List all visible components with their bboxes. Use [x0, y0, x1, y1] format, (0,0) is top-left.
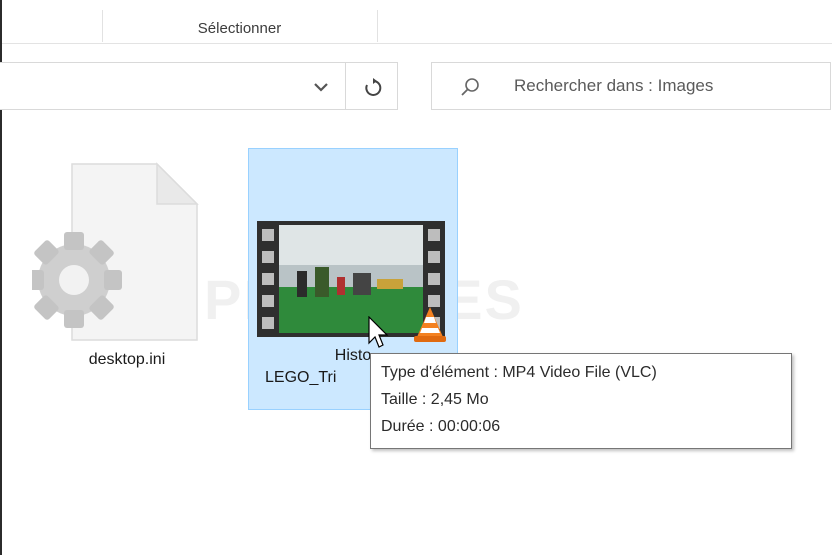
refresh-button[interactable]: [346, 62, 398, 110]
search-icon: [460, 77, 480, 102]
file-info-tooltip: Type d'élément : MP4 Video File (VLC) Ta…: [370, 353, 792, 449]
settings-file-icon: [26, 162, 202, 347]
navigation-bar: Rechercher dans : Images: [0, 44, 832, 122]
ribbon-group-label-select: Sélectionner: [197, 20, 282, 37]
tooltip-size: Taille : 2,45 Mo: [381, 391, 489, 408]
mouse-pointer-icon: [368, 315, 390, 355]
file-item-desktop-ini[interactable]: desktop.ini: [26, 162, 222, 392]
file-list-view: PRATUCES: [2, 122, 832, 555]
address-bar[interactable]: [0, 62, 346, 110]
file-name: desktop.ini: [88, 351, 166, 368]
chevron-down-icon[interactable]: [309, 75, 333, 99]
vlc-cone-icon: [413, 305, 447, 348]
tooltip-duration: Durée : 00:00:06: [381, 418, 501, 435]
search-input[interactable]: Rechercher dans : Images: [514, 76, 713, 96]
search-box[interactable]: Rechercher dans : Images: [431, 62, 831, 110]
ribbon-divider: [377, 10, 378, 42]
tooltip-type: Type d'élément : MP4 Video File (VLC): [381, 364, 657, 381]
file-explorer-window: Sélectionner Rechercher dans: Images de…: [0, 0, 832, 555]
ribbon-group-bar: Sélectionner: [2, 0, 832, 44]
